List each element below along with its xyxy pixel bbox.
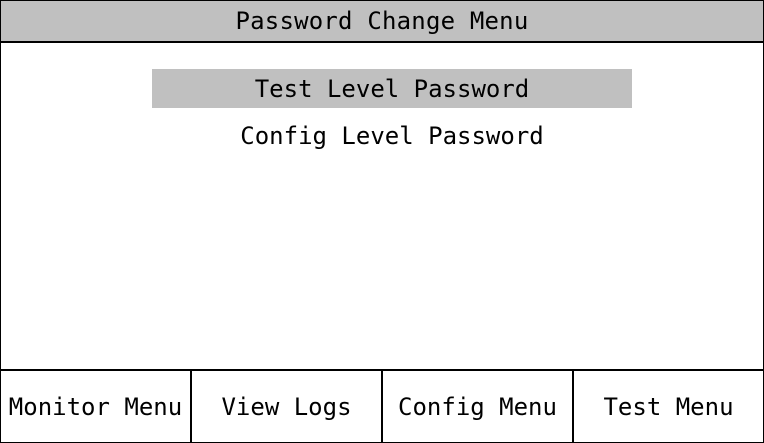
hmi-screen: Password Change Menu Test Level Password… <box>0 0 764 443</box>
softkey-label: Config Menu <box>398 392 557 421</box>
softkey-bar: Monitor Menu View Logs Config Menu Test … <box>1 369 763 442</box>
test-menu-button[interactable]: Test Menu <box>574 371 763 442</box>
menu-item-label: Test Level Password <box>254 74 530 103</box>
menu-item-label: Config Level Password <box>240 121 544 150</box>
password-menu-list: Test Level Password Config Level Passwor… <box>1 43 763 369</box>
monitor-menu-button[interactable]: Monitor Menu <box>1 371 192 442</box>
title-bar: Password Change Menu <box>1 1 763 43</box>
softkey-label: Monitor Menu <box>8 392 183 421</box>
softkey-label: View Logs <box>221 392 352 421</box>
menu-item-config-level-password[interactable]: Config Level Password <box>152 116 632 155</box>
config-menu-button[interactable]: Config Menu <box>383 371 574 442</box>
menu-item-test-level-password[interactable]: Test Level Password <box>152 69 632 108</box>
page-title: Password Change Menu <box>235 7 529 35</box>
softkey-label: Test Menu <box>603 392 734 421</box>
view-logs-button[interactable]: View Logs <box>192 371 383 442</box>
